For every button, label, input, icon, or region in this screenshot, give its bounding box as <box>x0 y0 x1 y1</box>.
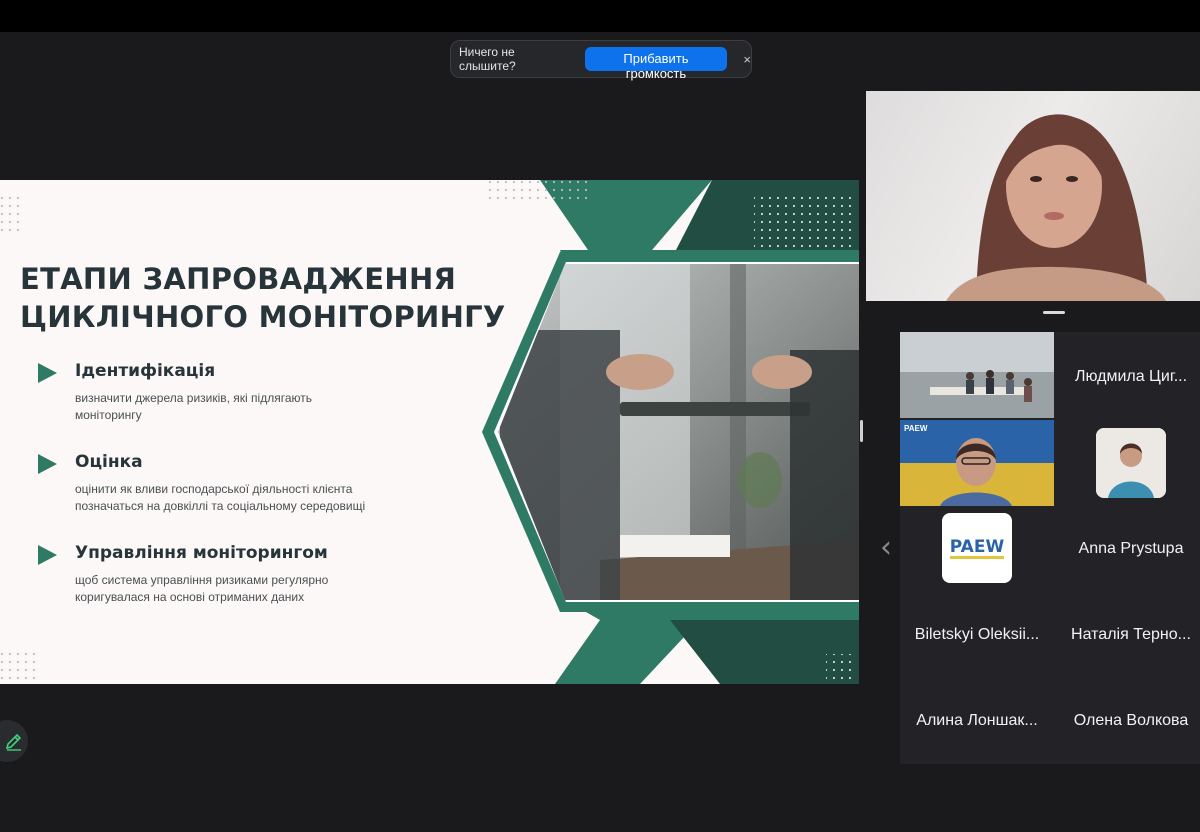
top-bar <box>0 0 1200 32</box>
step-title: Управління моніторингом <box>75 543 328 563</box>
speaker-video-frame <box>946 114 1166 301</box>
slide-decoration <box>0 180 859 684</box>
avatar-image <box>1096 428 1166 498</box>
participant-name: Biletskyi Oleksii... <box>914 626 1040 643</box>
step-description: визначити джерела ризиків, які підлягают… <box>75 390 415 424</box>
room-video-frame <box>900 332 1054 418</box>
participant-gallery: Людмила Циг... PAEW Anna Prystupa PAEW B… <box>900 332 1200 764</box>
slide-title: ЕТАПИ ЗАПРОВАДЖЕННЯ ЦИКЛІЧНОГО МОНІТОРИН… <box>20 260 540 336</box>
audio-notice: Ничего не слышите? Прибавить громкость × <box>450 40 752 81</box>
participant-name: Алина Лоншак... <box>916 712 1038 729</box>
annotate-button[interactable] <box>0 720 28 762</box>
participant-video-banner[interactable]: PAEW <box>900 420 1054 506</box>
pencil-icon <box>5 733 22 751</box>
audio-notice-text: Ничего не слышите? <box>459 45 516 73</box>
participant-name: Наталія Терно... <box>1071 626 1191 643</box>
step-desc-line-2: коригувалася на основі отриманих даних <box>75 590 305 604</box>
avatar <box>1096 428 1166 498</box>
step-desc-line-2: позначаться на довкіллі та соціальному с… <box>75 499 366 513</box>
participant-name: Anna Prystupa <box>1078 540 1184 557</box>
banner-text: PAEW <box>904 424 928 433</box>
step-description: щоб система управління ризиками регулярн… <box>75 572 415 606</box>
participant-name: Олена Волкова <box>1073 712 1189 729</box>
active-speaker-video[interactable] <box>866 91 1200 301</box>
paew-logo: PAEW <box>949 536 1005 559</box>
step-desc-line-1: визначити джерела ризиків, які підлягают… <box>75 391 312 405</box>
slide-title-line-1: ЕТАПИ ЗАПРОВАДЖЕННЯ <box>20 262 457 296</box>
play-triangle-icon <box>38 545 57 565</box>
play-triangle-icon <box>38 363 57 383</box>
step-description: оцінити як вливи господарської діяльност… <box>75 481 415 515</box>
close-icon[interactable]: × <box>743 52 751 67</box>
step-desc-line-2: моніторингу <box>75 408 142 422</box>
step-desc-line-1: щоб система управління ризиками регулярн… <box>75 573 329 587</box>
chevron-left-icon[interactable]: ‹ <box>880 530 892 565</box>
step-title: Ідентифікація <box>75 361 216 381</box>
drag-handle[interactable] <box>1043 311 1065 314</box>
increase-volume-button[interactable]: Прибавить громкость <box>584 47 728 81</box>
slide-title-line-2: ЦИКЛІЧНОГО МОНІТОРИНГУ <box>20 300 506 334</box>
logo-avatar: PAEW <box>942 513 1012 583</box>
participant-video-room[interactable] <box>900 332 1054 418</box>
panel-resize-handle[interactable] <box>860 420 863 442</box>
step-desc-line-1: оцінити як вливи господарської діяльност… <box>75 482 353 496</box>
play-triangle-icon <box>38 454 57 474</box>
shared-slide: ЕТАПИ ЗАПРОВАДЖЕННЯ ЦИКЛІЧНОГО МОНІТОРИН… <box>0 180 859 684</box>
step-title: Оцінка <box>75 452 143 472</box>
participant-name: Людмила Циг... <box>1074 368 1188 385</box>
